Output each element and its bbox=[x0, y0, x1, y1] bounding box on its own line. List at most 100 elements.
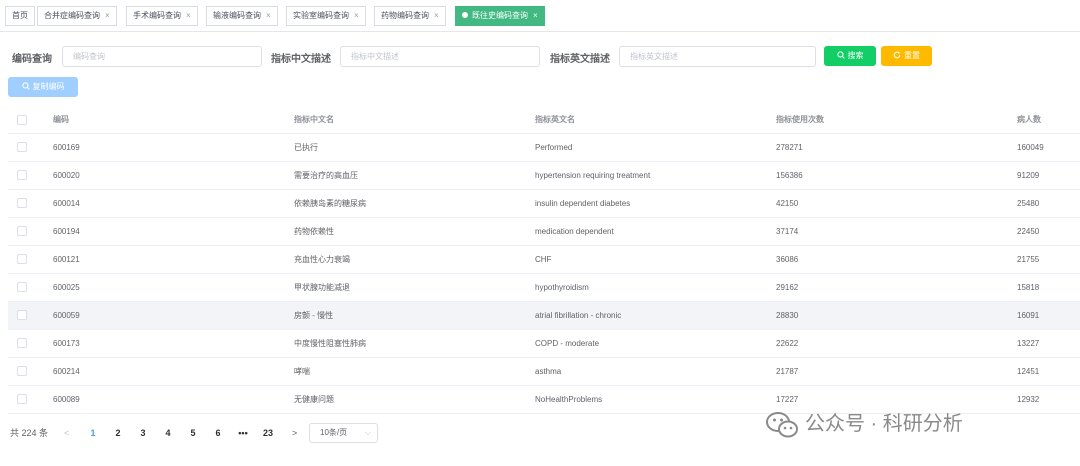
tag-label: 合并症编码查询 bbox=[44, 11, 100, 20]
watermark-text: 公众号 · 科研分析 bbox=[805, 413, 963, 435]
cn-desc-label: 指标中文描述 bbox=[271, 54, 331, 65]
column-header-usage-count: 指标使用次数 bbox=[776, 115, 824, 124]
search-icon bbox=[21, 82, 30, 91]
cell-en-name: NoHealthProblems bbox=[535, 395, 603, 404]
cell-code: 600121 bbox=[53, 255, 80, 264]
code-search-input[interactable] bbox=[62, 46, 262, 67]
en-desc-input[interactable] bbox=[619, 46, 816, 67]
search-button-label: 搜索 bbox=[847, 51, 864, 60]
copy-code-button-label: 复制编码 bbox=[32, 82, 65, 91]
refresh-icon bbox=[893, 51, 901, 60]
cell-usage-count: 42150 bbox=[776, 199, 799, 208]
page-3-button[interactable]: 3 bbox=[136, 422, 150, 444]
cell-code: 600089 bbox=[53, 395, 80, 404]
row-checkbox[interactable] bbox=[17, 338, 27, 348]
table-row[interactable]: 600020 需要治疗的高血压 hypertension requiring t… bbox=[8, 162, 1080, 190]
row-checkbox[interactable] bbox=[17, 254, 27, 264]
page-1-button[interactable]: 1 bbox=[86, 422, 100, 444]
tag-comorbidity-code[interactable]: 合并症编码查询 × bbox=[37, 6, 117, 26]
tag-label: 实验室编码查询 bbox=[293, 11, 349, 20]
close-icon[interactable]: × bbox=[105, 11, 110, 20]
cell-usage-count: 28830 bbox=[776, 311, 799, 320]
watermark: 公众号 · 科研分析 bbox=[765, 404, 1055, 444]
prev-page-button[interactable]: < bbox=[64, 422, 69, 444]
reset-button[interactable]: 重置 bbox=[881, 46, 932, 66]
page-5-button[interactable]: 5 bbox=[186, 422, 200, 444]
page-6-button[interactable]: 6 bbox=[211, 422, 225, 444]
close-icon[interactable]: × bbox=[266, 11, 271, 20]
table-row[interactable]: 600173 中度慢性阻塞性肺病 COPD - moderate 22622 1… bbox=[8, 330, 1080, 358]
cell-code: 600059 bbox=[53, 311, 80, 320]
cell-patient-count: 12451 bbox=[1017, 367, 1040, 376]
table-row[interactable]: 600121 充血性心力衰竭 CHF 36086 21755 bbox=[8, 246, 1080, 274]
close-icon[interactable]: × bbox=[434, 11, 439, 20]
row-checkbox[interactable] bbox=[17, 142, 27, 152]
close-icon[interactable]: × bbox=[354, 11, 359, 20]
page-size-value: 10条/页 bbox=[320, 428, 348, 437]
row-checkbox[interactable] bbox=[17, 282, 27, 292]
reset-button-label: 重置 bbox=[904, 51, 920, 60]
cell-cn-name: 无健康问题 bbox=[294, 395, 334, 404]
tag-home[interactable]: 首页 bbox=[5, 6, 35, 26]
cell-cn-name: 需要治疗的高血压 bbox=[294, 171, 358, 180]
copy-code-button[interactable]: 复制编码 bbox=[8, 77, 78, 97]
table-row[interactable]: 600169 已执行 Performed 278271 160049 bbox=[8, 134, 1080, 162]
row-checkbox[interactable] bbox=[17, 310, 27, 320]
page-2-button[interactable]: 2 bbox=[111, 422, 125, 444]
table-row[interactable]: 600025 甲状腺功能减退 hypothyroidism 29162 1581… bbox=[8, 274, 1080, 302]
cell-code: 600020 bbox=[53, 171, 80, 180]
tag-infusion-code[interactable]: 输液编码查询 × bbox=[206, 6, 278, 26]
column-header-patient-count: 病人数 bbox=[1017, 115, 1041, 124]
cell-code: 600025 bbox=[53, 283, 80, 292]
close-icon[interactable]: × bbox=[533, 11, 538, 20]
row-checkbox[interactable] bbox=[17, 366, 27, 376]
tag-label: 药物编码查询 bbox=[381, 11, 429, 20]
cell-cn-name: 依赖胰岛素的糖尿病 bbox=[294, 199, 366, 208]
search-button[interactable]: 搜索 bbox=[824, 46, 876, 66]
row-checkbox[interactable] bbox=[17, 226, 27, 236]
cell-code: 600194 bbox=[53, 227, 80, 236]
page-4-button[interactable]: 4 bbox=[161, 422, 175, 444]
table-row[interactable]: 600014 依赖胰岛素的糖尿病 insulin dependent diabe… bbox=[8, 190, 1080, 218]
cell-cn-name: 甲状腺功能减退 bbox=[294, 283, 350, 292]
cell-patient-count: 21755 bbox=[1017, 255, 1040, 264]
row-checkbox[interactable] bbox=[17, 394, 27, 404]
cell-cn-name: 哮喘 bbox=[294, 367, 310, 376]
cell-en-name: atrial fibrillation - chronic bbox=[535, 311, 622, 320]
row-checkbox[interactable] bbox=[17, 198, 27, 208]
column-header-code: 编码 bbox=[53, 115, 69, 124]
tag-surgery-code[interactable]: 手术编码查询 × bbox=[126, 6, 198, 26]
en-desc-label: 指标英文描述 bbox=[550, 54, 610, 65]
tag-lab-code[interactable]: 实验室编码查询 × bbox=[286, 6, 366, 26]
cell-cn-name: 房颤 - 慢性 bbox=[294, 311, 334, 320]
cell-patient-count: 15818 bbox=[1017, 283, 1040, 292]
cell-en-name: insulin dependent diabetes bbox=[535, 199, 631, 208]
cell-patient-count: 91209 bbox=[1017, 171, 1040, 180]
cell-usage-count: 278271 bbox=[776, 143, 803, 152]
cell-usage-count: 156386 bbox=[776, 171, 803, 180]
cell-usage-count: 22622 bbox=[776, 339, 799, 348]
tag-drug-code[interactable]: 药物编码查询 × bbox=[374, 6, 446, 26]
more-pages-button[interactable]: ••• bbox=[235, 422, 251, 444]
next-page-button[interactable]: > bbox=[292, 422, 297, 444]
cell-cn-name: 药物依赖性 bbox=[294, 227, 334, 236]
cell-en-name: hypertension requiring treatment bbox=[535, 171, 651, 180]
table-row-hovered[interactable]: 600059 房颤 - 慢性 atrial fibrillation - chr… bbox=[8, 302, 1080, 330]
close-icon[interactable]: × bbox=[186, 11, 191, 20]
chevron-down-icon: ⌵ bbox=[364, 428, 371, 437]
page-size-select[interactable]: 10条/页 ⌵ bbox=[309, 423, 378, 443]
cell-en-name: COPD - moderate bbox=[535, 339, 600, 348]
cn-desc-input[interactable] bbox=[340, 46, 540, 67]
page-23-button[interactable]: 23 bbox=[259, 422, 277, 444]
cell-en-name: hypothyroidism bbox=[535, 283, 589, 292]
table-header: 编码 指标中文名 指标英文名 指标使用次数 病人数 bbox=[8, 107, 1080, 134]
table-row[interactable]: 600194 药物依赖性 medication dependent 37174 … bbox=[8, 218, 1080, 246]
tags-view-bar: 首页 合并症编码查询 × 手术编码查询 × 输液编码查询 × 实验室编码查询 × 药物编… bbox=[0, 0, 1080, 32]
row-checkbox[interactable] bbox=[17, 170, 27, 180]
table-row[interactable]: 600214 哮喘 asthma 21787 12451 bbox=[8, 358, 1080, 386]
cell-en-name: Performed bbox=[535, 143, 573, 152]
select-all-checkbox[interactable] bbox=[17, 115, 27, 125]
tag-history-code[interactable]: 既往史编码查询 × bbox=[455, 6, 545, 26]
cell-patient-count: 25480 bbox=[1017, 199, 1040, 208]
cell-usage-count: 37174 bbox=[776, 227, 799, 236]
